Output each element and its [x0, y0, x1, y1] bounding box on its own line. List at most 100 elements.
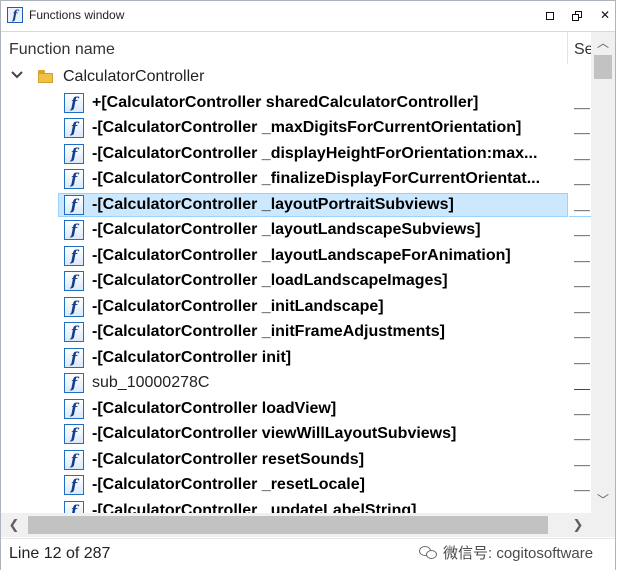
- function-name: -[CalculatorController _layoutLandscapeF…: [92, 247, 511, 264]
- function-f-icon: f: [64, 424, 84, 444]
- scroll-down-icon[interactable]: ﹀: [591, 489, 615, 511]
- function-f-icon: f: [64, 169, 84, 189]
- function-segment: __t: [574, 94, 590, 111]
- tree-root-row[interactable]: CalculatorController: [1, 65, 591, 90]
- function-f-icon: f: [64, 501, 84, 513]
- function-segment: __t: [574, 323, 590, 340]
- function-name: -[CalculatorController _maxDigitsForCurr…: [92, 119, 522, 136]
- function-row[interactable]: f -[CalculatorController _layoutLandscape…: [1, 218, 591, 243]
- function-segment: __t: [574, 170, 590, 187]
- title-bar[interactable]: f Functions window ✕: [1, 1, 615, 32]
- function-f-icon: f: [7, 7, 23, 23]
- status-bar: Line 12 of 287 微信号: cogitosoftware: [1, 538, 615, 570]
- function-f-icon: f: [64, 348, 84, 368]
- column-divider[interactable]: [567, 32, 568, 64]
- function-name: -[CalculatorController _layoutLandscapeS…: [92, 221, 481, 238]
- function-name: sub_10000278C: [92, 374, 210, 391]
- function-segment: __t: [574, 400, 590, 417]
- scroll-up-icon[interactable]: ︿: [591, 32, 615, 54]
- function-segment: __t: [574, 298, 590, 315]
- function-row[interactable]: f -[CalculatorController _displayHeightFo…: [1, 142, 591, 167]
- function-segment: __t: [574, 502, 590, 513]
- function-name: -[CalculatorController _finalizeDisplayF…: [92, 170, 541, 187]
- function-row[interactable]: f -[CalculatorController _initLandscape] _…: [1, 295, 591, 320]
- function-f-icon: f: [64, 399, 84, 419]
- function-segment: __t: [574, 196, 590, 213]
- function-f-icon: f: [64, 297, 84, 317]
- folder-label: CalculatorController: [63, 68, 205, 85]
- function-row[interactable]: f -[CalculatorController _initFrameAdjust…: [1, 320, 591, 345]
- close-button[interactable]: ✕: [596, 6, 614, 24]
- function-row[interactable]: f +[CalculatorController sharedCalculator…: [1, 91, 591, 116]
- function-row[interactable]: f sub_10000278C __t: [1, 371, 591, 396]
- function-f-icon: f: [64, 450, 84, 470]
- column-header-function-name[interactable]: Function name: [9, 41, 115, 59]
- watermark: 微信号: cogitosoftware: [419, 542, 593, 563]
- function-f-icon: f: [64, 475, 84, 495]
- function-name: -[CalculatorController _resetLocale]: [92, 476, 365, 493]
- function-name: -[CalculatorController viewWillLayoutSub…: [92, 425, 457, 442]
- function-name: -[CalculatorController _updateLabelStrin…: [92, 502, 417, 513]
- function-segment: __t: [574, 119, 590, 136]
- function-row[interactable]: f -[CalculatorController _layoutLandscape…: [1, 244, 591, 269]
- maximize-button[interactable]: [541, 6, 559, 24]
- maximize-icon: [546, 11, 554, 20]
- function-segment: __t: [574, 221, 590, 238]
- function-row[interactable]: f -[CalculatorController _maxDigitsForCur…: [1, 116, 591, 141]
- function-name: -[CalculatorController init]: [92, 349, 292, 366]
- function-row[interactable]: f -[CalculatorController init] __t: [1, 346, 591, 371]
- function-f-icon: f: [64, 118, 84, 138]
- folder-icon: [38, 70, 53, 83]
- function-name: -[CalculatorController _layoutPortraitSu…: [92, 196, 454, 213]
- function-segment: __t: [574, 247, 590, 264]
- function-f-icon: f: [64, 195, 84, 215]
- function-row[interactable]: f -[CalculatorController _loadLandscapeIm…: [1, 269, 591, 294]
- function-segment: __t: [574, 349, 590, 366]
- chevron-down-icon[interactable]: [11, 69, 23, 81]
- window-title: Functions window: [29, 8, 125, 22]
- function-f-icon: f: [64, 93, 84, 113]
- vertical-scroll-thumb[interactable]: [594, 55, 612, 79]
- status-line-count: Line 12 of 287: [9, 545, 111, 562]
- function-f-icon: f: [64, 220, 84, 240]
- function-name: +[CalculatorController sharedCalculatorC…: [92, 94, 479, 111]
- function-f-icon: f: [64, 373, 84, 393]
- function-row[interactable]: f -[CalculatorController loadView] __t: [1, 397, 591, 422]
- function-name: -[CalculatorController loadView]: [92, 400, 337, 417]
- function-f-icon: f: [64, 246, 84, 266]
- scrollbar-corner: [591, 513, 615, 537]
- vertical-scrollbar[interactable]: ︿ ﹀: [591, 32, 615, 513]
- function-name: -[CalculatorController _initLandscape]: [92, 298, 384, 315]
- function-name: -[CalculatorController resetSounds]: [92, 451, 365, 468]
- close-icon: ✕: [599, 8, 611, 22]
- function-segment: __t: [574, 451, 590, 468]
- function-name: -[CalculatorController _initFrameAdjustm…: [92, 323, 445, 340]
- function-row[interactable]: f -[CalculatorController resetSounds] __t: [1, 448, 591, 473]
- scroll-left-icon[interactable]: ❮: [5, 513, 23, 537]
- restore-icon: [572, 10, 582, 21]
- watermark-text: 微信号: cogitosoftware: [443, 545, 594, 562]
- function-tree: CalculatorController f +[CalculatorContro…: [1, 65, 591, 513]
- function-name: -[CalculatorController _loadLandscapeIma…: [92, 272, 448, 289]
- function-row[interactable]: f -[CalculatorController _resetLocale] __t: [1, 473, 591, 498]
- scroll-right-icon[interactable]: ❯: [567, 513, 589, 537]
- function-segment: __t: [574, 476, 590, 493]
- function-name: -[CalculatorController _displayHeightFor…: [92, 145, 538, 162]
- function-row[interactable]: f -[CalculatorController _layoutPortraitS…: [1, 193, 591, 218]
- function-segment: __t: [574, 374, 590, 391]
- column-header: Function name Se: [1, 32, 594, 64]
- restore-button[interactable]: [568, 6, 586, 24]
- horizontal-scroll-thumb[interactable]: [28, 516, 548, 534]
- functions-window: f Functions window ✕ Function name Se Ca…: [0, 0, 616, 570]
- function-row[interactable]: f -[CalculatorController viewWillLayoutSu…: [1, 422, 591, 447]
- function-f-icon: f: [64, 271, 84, 291]
- function-segment: __t: [574, 145, 590, 162]
- function-row[interactable]: f -[CalculatorController _finalizeDisplay…: [1, 167, 591, 192]
- horizontal-scrollbar[interactable]: ❮ ❯: [1, 513, 591, 537]
- function-segment: __t: [574, 425, 590, 442]
- function-segment: __t: [574, 272, 590, 289]
- function-f-icon: f: [64, 144, 84, 164]
- wechat-logo-icon: [419, 546, 437, 560]
- function-row[interactable]: f -[CalculatorController _updateLabelStri…: [1, 499, 591, 513]
- function-f-icon: f: [64, 322, 84, 342]
